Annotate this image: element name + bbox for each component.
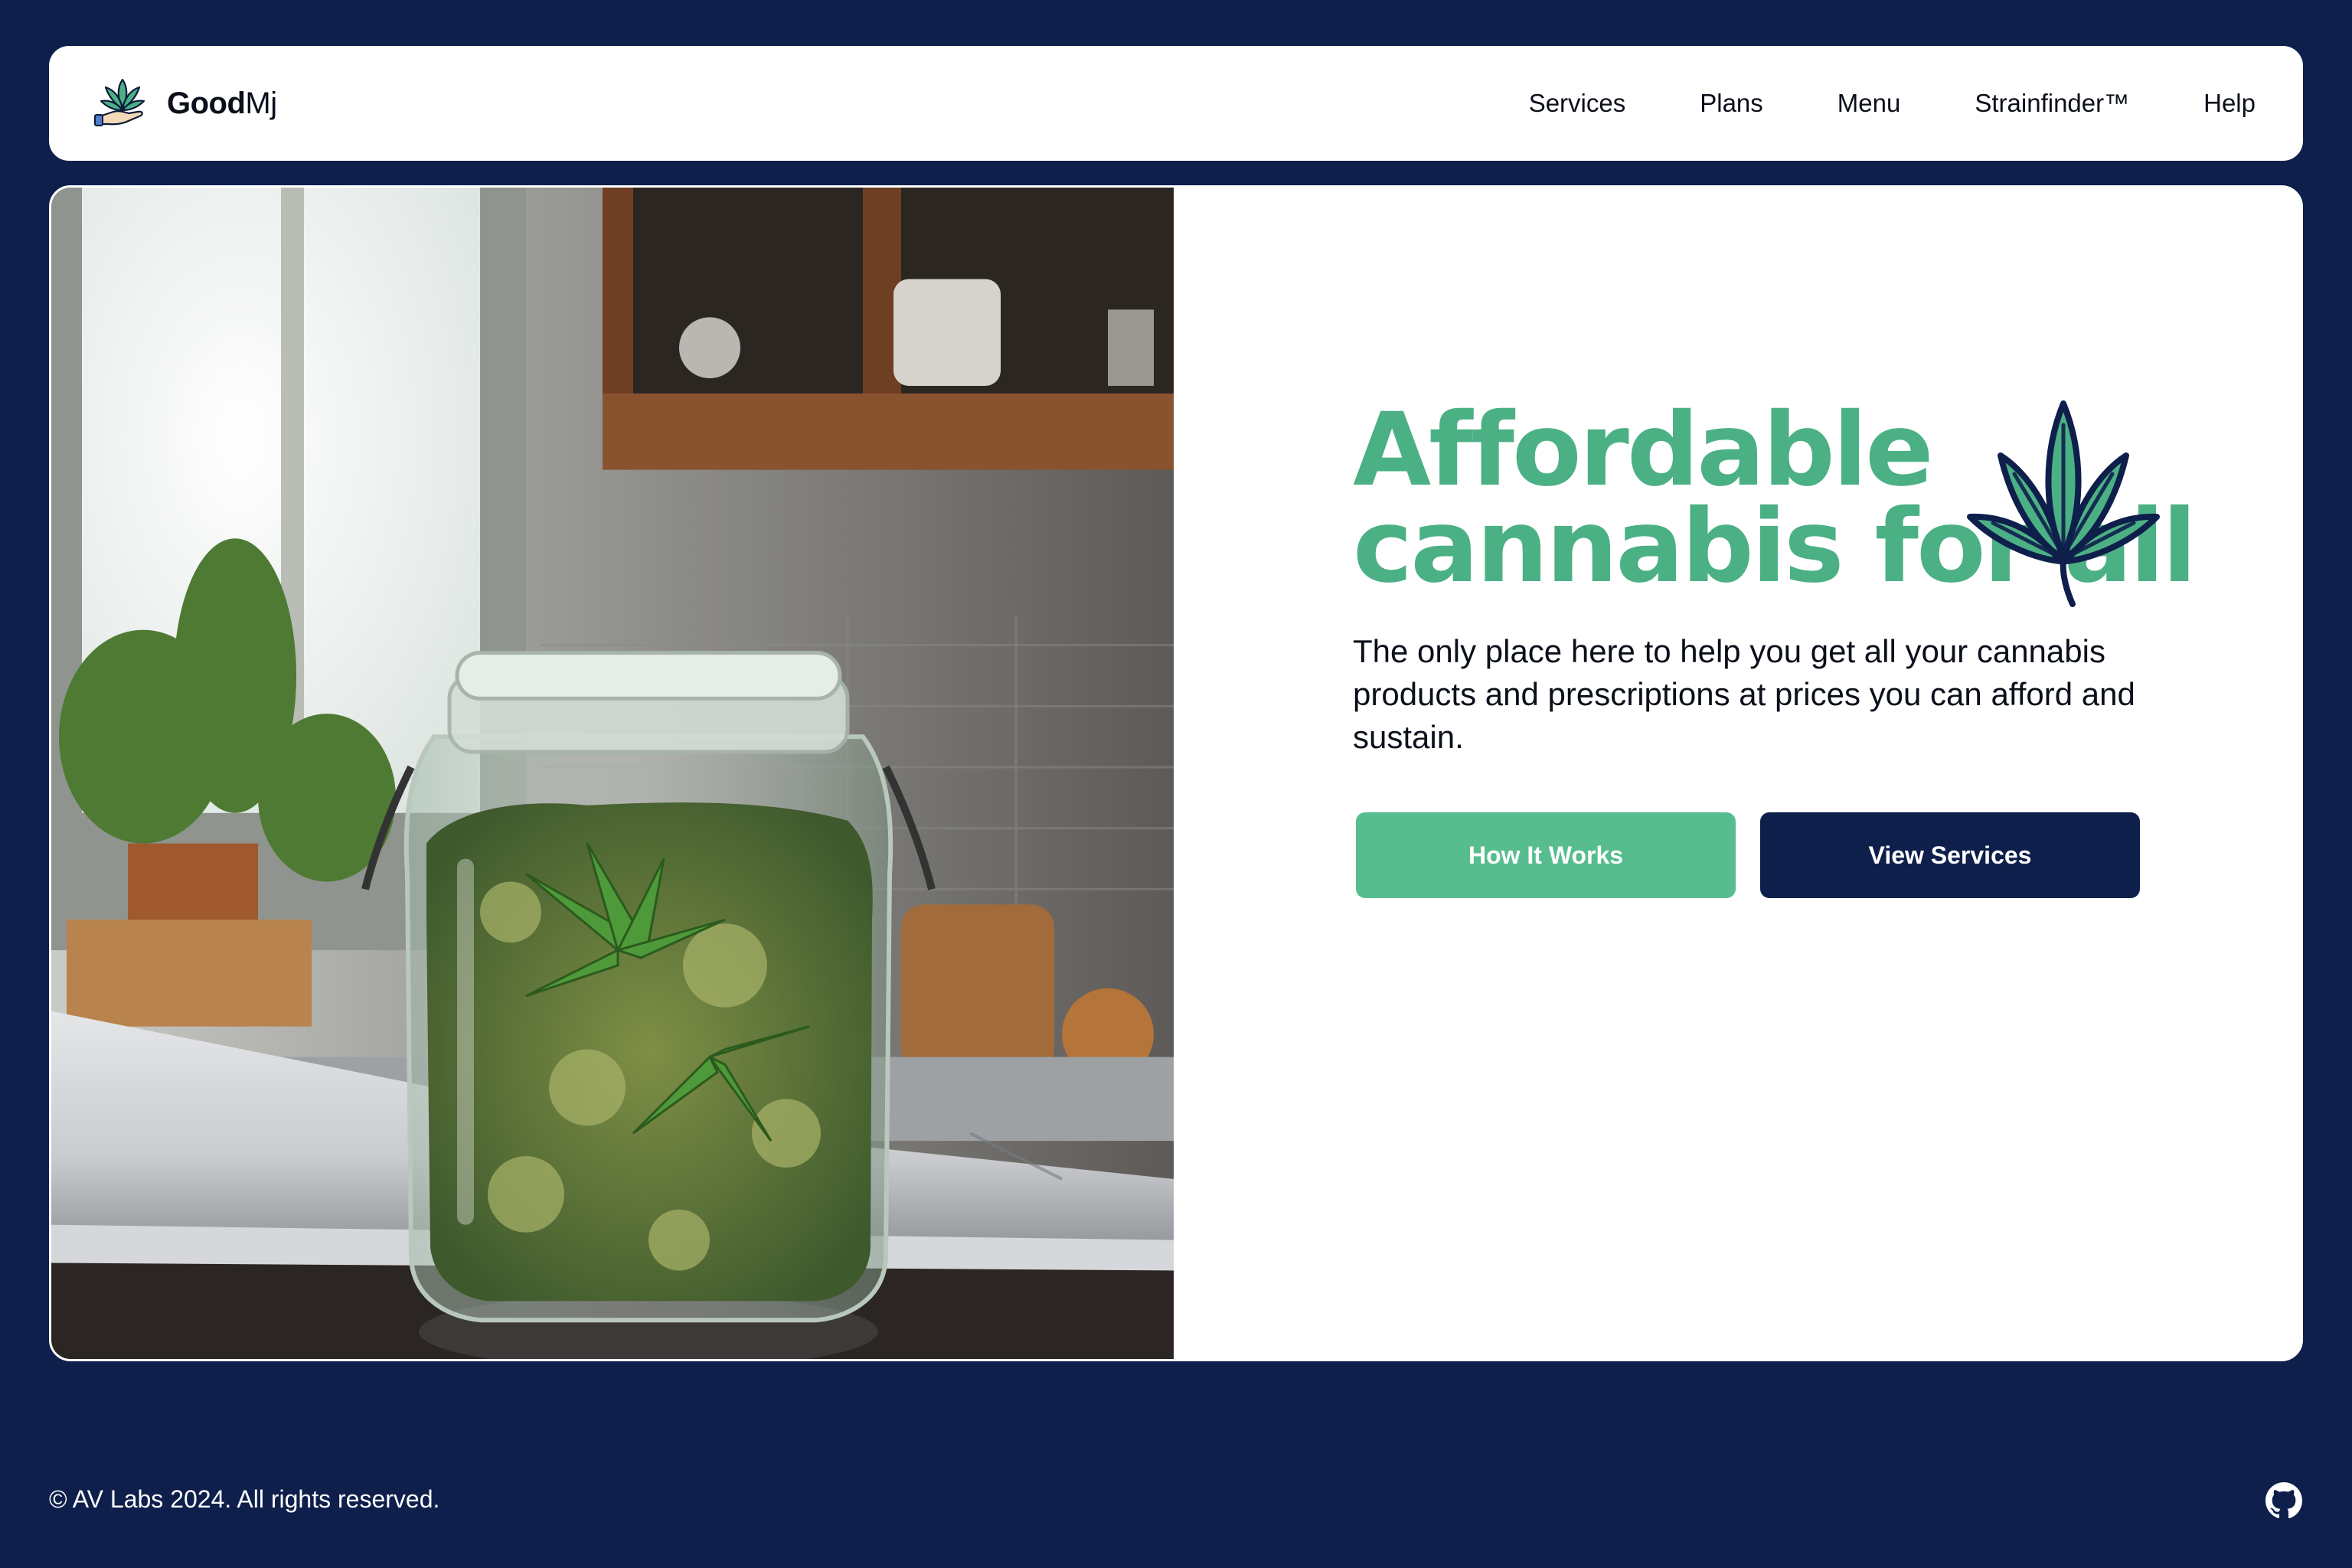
how-it-works-button[interactable]: How It Works — [1356, 812, 1736, 898]
footer-copyright: © AV Labs 2024. All rights reserved. — [49, 1485, 440, 1513]
cannabis-leaf-icon — [1967, 400, 2160, 607]
brand-name: GoodMj — [167, 87, 277, 121]
brand-name-light: Mj — [245, 86, 277, 120]
cannabis-hand-logo-icon — [94, 78, 145, 126]
hero-description: The only place here to help you get all … — [1353, 633, 2135, 755]
cannabis-jar-photo — [51, 188, 1174, 1359]
brand-home-link[interactable]: GoodMj — [93, 77, 277, 130]
github-icon[interactable] — [2265, 1481, 2303, 1520]
hero-image — [51, 188, 1174, 1359]
hero-cta-row: How It Works View Services — [1356, 812, 2195, 898]
nav-link-services[interactable]: Services — [1529, 89, 1626, 118]
nav-link-help[interactable]: Help — [2203, 89, 2256, 118]
hero-content: Affordable cannabis for all The only pla… — [1353, 400, 2197, 898]
nav-link-strainfinder[interactable]: Strainfinder™ — [1975, 89, 2129, 118]
nav-link-plans[interactable]: Plans — [1700, 89, 1763, 118]
nav-link-menu[interactable]: Menu — [1838, 89, 1901, 118]
hero-card: Affordable cannabis for all The only pla… — [49, 185, 2303, 1361]
main-nav: Services Plans Menu Strainfinder™ Help — [1529, 89, 2256, 118]
brand-name-bold: Good — [167, 86, 246, 120]
view-services-button[interactable]: View Services — [1760, 812, 2140, 898]
top-navbar: GoodMj Services Plans Menu Strainfinder™… — [49, 46, 2303, 161]
